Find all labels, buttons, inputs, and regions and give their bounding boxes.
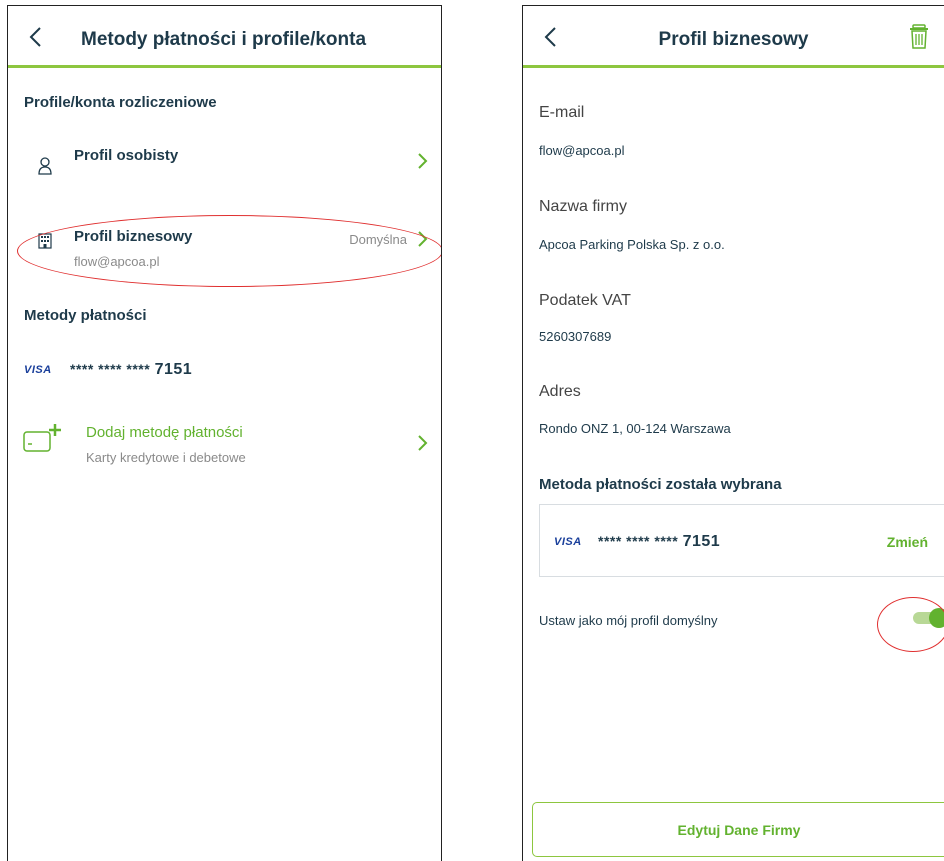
chevron-right-icon	[418, 435, 428, 451]
address-value: Rondo ONZ 1, 00-124 Warszawa	[539, 421, 731, 436]
add-payment-method-row[interactable]: Dodaj metodę płatności Karty kredytowe i…	[8, 414, 441, 474]
company-name-label: Nazwa firmy	[539, 198, 628, 215]
vat-label: Podatek VAT	[539, 292, 631, 309]
business-profile-title: Profil biznesowy	[74, 228, 193, 245]
page-title: Metody płatności i profile/konta	[81, 29, 367, 50]
add-payment-title: Dodaj metodę płatności	[86, 424, 243, 441]
edit-company-button[interactable]: Edytuj Dane Firmy	[532, 802, 944, 857]
visa-logo: VISA	[554, 536, 582, 548]
chevron-right-icon	[418, 153, 428, 169]
personal-profile-title: Profil osobisty	[74, 147, 179, 164]
back-arrow-icon[interactable]	[28, 26, 44, 48]
screen-header: Profil biznesowy	[523, 6, 944, 68]
default-profile-label: Ustaw jako mój profil domyślny	[539, 613, 718, 628]
business-profile-row[interactable]: Profil biznesowy flow@apcoa.pl Domyślna	[8, 214, 441, 284]
user-icon	[38, 157, 52, 175]
trash-icon[interactable]	[908, 24, 930, 50]
business-profile-screen: Profil biznesowy E-mail flow@apcoa.pl Na…	[522, 5, 944, 861]
toggle-knob	[929, 608, 944, 628]
chevron-right-icon	[418, 231, 428, 247]
personal-profile-row[interactable]: Profil osobisty	[8, 131, 441, 191]
payment-methods-section-title: Metody płatności	[24, 307, 147, 324]
email-value: flow@apcoa.pl	[539, 143, 625, 158]
page-title: Profil biznesowy	[658, 29, 809, 50]
selected-payment-card: VISA **** **** **** 7151 Zmień	[539, 504, 944, 577]
vat-value: 5260307689	[539, 329, 612, 344]
card-number: **** **** **** 7151	[598, 533, 720, 551]
company-name-value: Apcoa Parking Polska Sp. z o.o.	[539, 237, 725, 252]
payment-method-heading: Metoda płatności została wybrana	[539, 476, 782, 493]
screen-header: Metody płatności i profile/konta	[8, 6, 441, 68]
business-profile-email: flow@apcoa.pl	[74, 254, 160, 269]
card-last4: 7151	[154, 361, 193, 378]
card-last4: 7151	[682, 533, 721, 550]
card-number: **** **** **** 7151	[70, 361, 192, 379]
payment-methods-screen: Metody płatności i profile/konta Profile…	[7, 5, 442, 861]
default-badge: Domyślna	[349, 232, 407, 247]
profiles-section-title: Profile/konta rozliczeniowe	[24, 94, 217, 111]
card-mask: **** **** ****	[70, 361, 151, 377]
card-mask: **** **** ****	[598, 533, 679, 549]
building-icon	[38, 233, 52, 249]
visa-logo: VISA	[24, 364, 52, 376]
email-label: E-mail	[539, 104, 585, 121]
default-profile-toggle[interactable]	[913, 608, 944, 628]
add-card-icon	[23, 424, 61, 452]
change-payment-link[interactable]: Zmień	[887, 534, 928, 550]
address-label: Adres	[539, 383, 581, 400]
saved-card-row[interactable]: VISA **** **** **** 7151	[8, 354, 441, 384]
add-payment-subtitle: Karty kredytowe i debetowe	[86, 450, 246, 465]
